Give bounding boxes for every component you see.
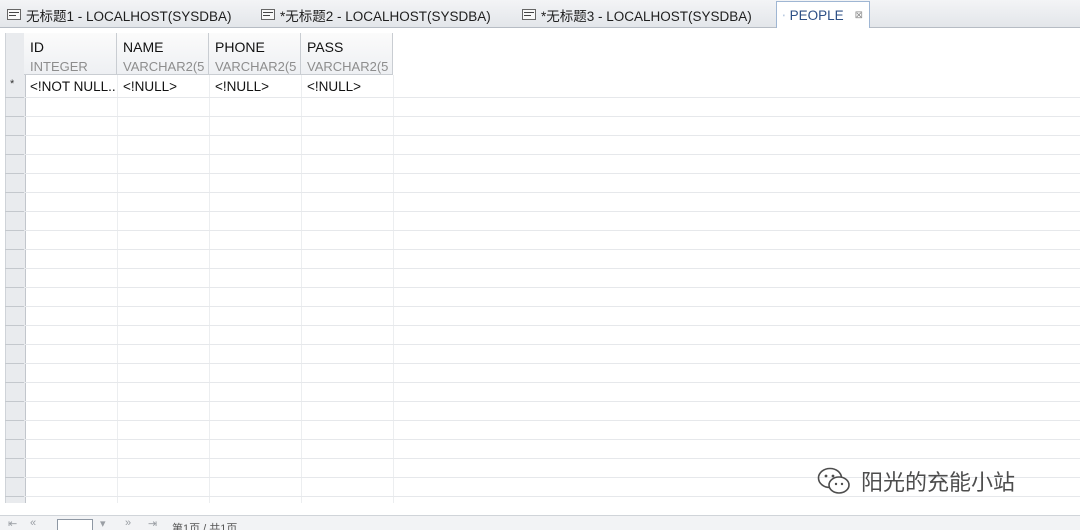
column-header-name[interactable]: NAME VARCHAR2(5 [117, 33, 209, 75]
page-number-input[interactable] [57, 519, 93, 530]
editor-tab-bar: 无标题1 - LOCALHOST(SYSDBA) *无标题2 - LOCALHO… [0, 0, 1080, 28]
cell-phone[interactable]: <!NULL> [215, 79, 299, 94]
row-divider [5, 287, 1080, 288]
row-header-divider [5, 268, 24, 269]
row-divider [5, 306, 1080, 307]
row-divider [5, 344, 1080, 345]
table-icon [783, 10, 785, 21]
row-header-divider [5, 496, 24, 497]
row-header-divider [5, 420, 24, 421]
row-header-divider [5, 401, 24, 402]
column-type: VARCHAR2(5 [123, 59, 208, 74]
cell-name[interactable]: <!NULL> [123, 79, 207, 94]
row-header-divider [5, 249, 24, 250]
row-header-divider [5, 363, 24, 364]
row-divider [5, 458, 1080, 459]
row-divider [5, 154, 1080, 155]
row-divider [5, 173, 1080, 174]
row-divider [5, 401, 1080, 402]
row-divider [5, 439, 1080, 440]
tab-label: 无标题1 - LOCALHOST(SYSDBA) [26, 5, 232, 25]
wechat-icon [817, 466, 851, 496]
page-navigation-bar: ⇤ « ▾ » ⇥ 第1页 / 共1页 [0, 515, 1080, 530]
row-header-divider [5, 135, 24, 136]
last-page-icon[interactable]: ⇥ [148, 517, 157, 530]
tab-people[interactable]: PEOPLE ⊠ [776, 1, 870, 28]
cell-pass[interactable]: <!NULL> [307, 79, 391, 94]
close-icon[interactable]: ⊠ [855, 10, 863, 21]
column-type: INTEGER [30, 59, 116, 74]
cell-id[interactable]: <!NOT NULL.. [30, 79, 116, 94]
watermark: 阳光的充能小站 [817, 465, 1015, 497]
new-row-marker[interactable]: * [10, 78, 14, 90]
column-name: PHONE [215, 39, 300, 55]
column-type: VARCHAR2(5 [215, 59, 300, 74]
row-header-divider [5, 192, 24, 193]
row-divider [5, 230, 1080, 231]
row-header-divider [5, 116, 24, 117]
chevron-down-icon[interactable]: ▾ [100, 517, 106, 530]
column-type: VARCHAR2(5 [307, 59, 392, 74]
row-header-divider [5, 97, 24, 98]
row-header-divider [5, 211, 24, 212]
row-header-divider [5, 344, 24, 345]
next-page-icon[interactable]: » [125, 517, 131, 529]
row-header-divider [5, 173, 24, 174]
column-name: ID [30, 39, 116, 55]
row-divider [5, 97, 1080, 98]
column-name: PASS [307, 39, 392, 55]
column-header-id[interactable]: ID INTEGER [24, 33, 117, 75]
row-header-divider [5, 382, 24, 383]
tab-label: *无标题2 - LOCALHOST(SYSDBA) [280, 5, 491, 25]
row-header-divider [5, 287, 24, 288]
watermark-text: 阳光的充能小站 [861, 465, 1015, 497]
row-divider [5, 325, 1080, 326]
first-page-icon[interactable]: ⇤ [8, 517, 17, 530]
row-divider [5, 420, 1080, 421]
sql-editor-icon [522, 9, 536, 20]
tab-label: PEOPLE [790, 8, 844, 23]
tab-untitled-1[interactable]: 无标题1 - LOCALHOST(SYSDBA) [0, 2, 248, 26]
row-header-divider [5, 230, 24, 231]
row-divider [5, 268, 1080, 269]
row-header-divider [5, 325, 24, 326]
row-header-divider [5, 439, 24, 440]
row-header-divider [5, 458, 24, 459]
row-header-divider [5, 477, 24, 478]
previous-page-icon[interactable]: « [30, 517, 36, 529]
row-divider [5, 249, 1080, 250]
column-header-phone[interactable]: PHONE VARCHAR2(5 [209, 33, 301, 75]
tab-label: *无标题3 - LOCALHOST(SYSDBA) [541, 5, 752, 25]
row-header-divider [5, 154, 24, 155]
tab-untitled-3[interactable]: *无标题3 - LOCALHOST(SYSDBA) [515, 2, 773, 26]
column-header-pass[interactable]: PASS VARCHAR2(5 [301, 33, 393, 75]
tab-untitled-2[interactable]: *无标题2 - LOCALHOST(SYSDBA) [254, 2, 512, 26]
row-header-divider [5, 306, 24, 307]
sql-editor-icon [261, 9, 275, 20]
row-divider [5, 116, 1080, 117]
sql-editor-icon [7, 9, 21, 20]
column-name: NAME [123, 39, 208, 55]
row-divider [5, 211, 1080, 212]
row-divider [5, 135, 1080, 136]
row-divider [5, 192, 1080, 193]
row-divider [5, 382, 1080, 383]
data-grid: ID INTEGER NAME VARCHAR2(5 PHONE VARCHAR… [0, 29, 1080, 503]
row-divider [5, 363, 1080, 364]
